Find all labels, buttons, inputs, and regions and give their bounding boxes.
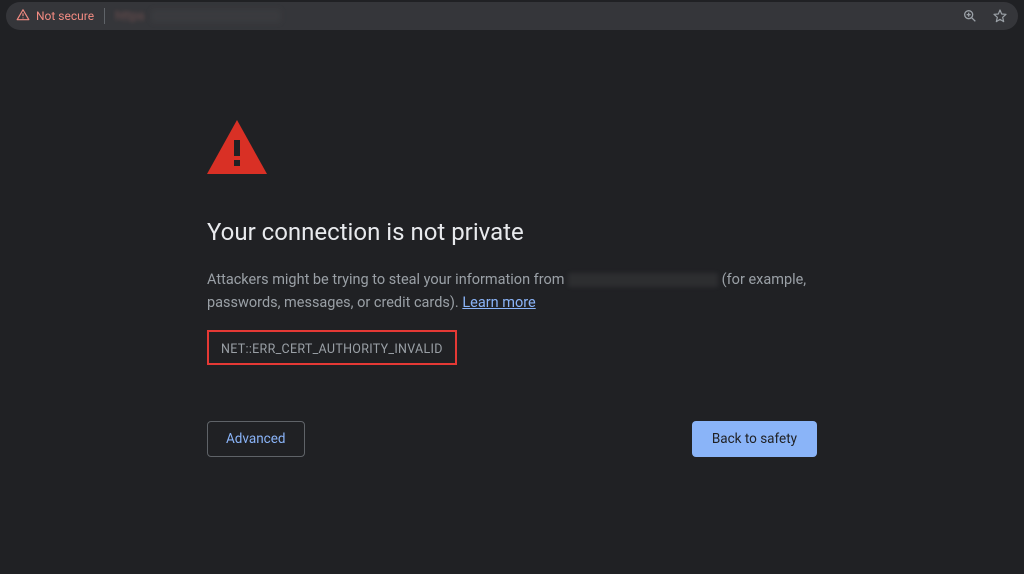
interstitial-content: Your connection is not private Attackers… [207, 120, 817, 457]
page-title: Your connection is not private [207, 218, 817, 246]
learn-more-link[interactable]: Learn more [462, 294, 535, 311]
url-host-redacted [151, 9, 281, 23]
omnibox[interactable]: Not secure https [6, 2, 1018, 30]
advanced-button[interactable]: Advanced [207, 421, 305, 457]
hostname-redacted [568, 273, 718, 287]
zoom-icon[interactable] [962, 8, 978, 24]
warning-body: Attackers might be trying to steal your … [207, 268, 817, 314]
url-area[interactable]: https [115, 9, 962, 24]
error-code: NET::ERR_CERT_AUTHORITY_INVALID [221, 342, 443, 357]
warning-triangle-icon [16, 8, 30, 25]
omnibox-divider [104, 8, 105, 24]
omnibox-actions [962, 8, 1008, 24]
button-row: Advanced Back to safety [207, 421, 817, 457]
error-code-highlight: NET::ERR_CERT_AUTHORITY_INVALID [207, 330, 457, 365]
body-prefix: Attackers might be trying to steal your … [207, 271, 568, 288]
not-secure-label: Not secure [36, 9, 94, 23]
bookmark-star-icon[interactable] [992, 8, 1008, 24]
warning-triangle-icon [207, 120, 817, 178]
ssl-error-interstitial: Your connection is not private Attackers… [0, 30, 1024, 457]
not-secure-chip[interactable]: Not secure [16, 8, 94, 25]
url-scheme: https [115, 9, 145, 24]
back-to-safety-button[interactable]: Back to safety [692, 421, 817, 457]
